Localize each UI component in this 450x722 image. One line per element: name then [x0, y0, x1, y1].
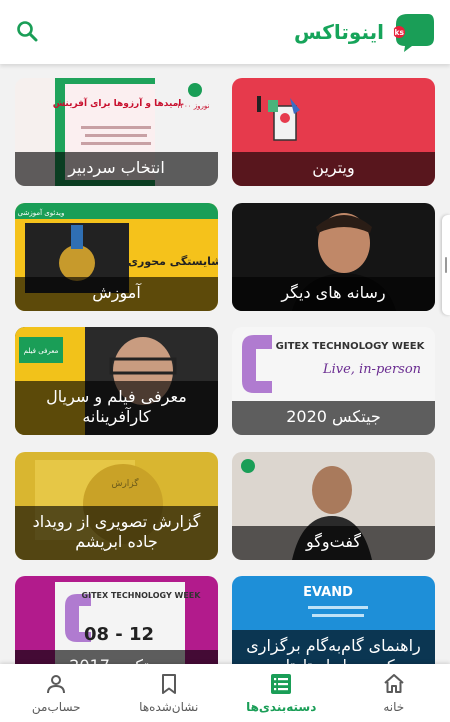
app-header: INNOtalks اینوتاکس — [0, 0, 450, 64]
category-card-gitex-2020[interactable]: GITEX TECHNOLOGY WEEK Live, in-person جی… — [232, 327, 435, 435]
categories-icon — [271, 674, 292, 694]
category-card-education[interactable]: شایستگی محوری ویدئوی آموزشی آموزش — [15, 203, 218, 311]
nav-label-account: حساب‌من — [31, 700, 81, 714]
card-label: انتخاب سردبیر — [15, 152, 218, 186]
search-icon — [17, 21, 38, 42]
svg-text:امیدها و آرزوها برای آفرینش: امیدها و آرزوها برای آفرینش — [53, 97, 182, 109]
svg-text:EVAND: EVAND — [303, 585, 353, 600]
card-label: معرفی فیلم و سریال کارآفرینانه — [15, 381, 218, 435]
category-card-film-series[interactable]: معرفی فیلم معرفی فیلم و سریال کارآفرینان… — [15, 327, 218, 435]
svg-text:نوروز ۱۴۰۰: نوروز ۱۴۰۰ — [177, 102, 210, 110]
svg-text:شایستگی محوری: شایستگی محوری — [128, 255, 218, 268]
brand-name: اینوتاکس — [294, 20, 384, 44]
svg-text:GITEX TECHNOLOGY WEEK: GITEX TECHNOLOGY WEEK — [82, 591, 202, 600]
nav-item-account[interactable]: حساب‌من — [0, 664, 113, 722]
app-screen: INNOtalks اینوتاکس ویترین — [0, 0, 450, 722]
nav-label-home: خانه — [383, 700, 405, 714]
card-label: گزارش تصویری از رویداد جاده ابریشم — [15, 506, 218, 560]
brand[interactable]: INNOtalks اینوتاکس — [294, 10, 436, 54]
bottom-navigation: خانه دسته‌بندی‌ها نشان‌شده‌ها — [0, 664, 450, 722]
svg-text:Live, in-person: Live, in-person — [322, 362, 421, 377]
search-button[interactable] — [14, 18, 42, 46]
nav-label-bookmarks: نشان‌شده‌ها — [139, 700, 199, 714]
category-card-editors-choice[interactable]: امیدها و آرزوها برای آفرینش نوروز ۱۴۰۰ ا… — [15, 78, 218, 186]
card-label: گفت‌وگو — [232, 526, 435, 560]
nav-item-categories[interactable]: دسته‌بندی‌ها — [225, 664, 338, 722]
svg-text:گزارش: گزارش — [111, 477, 139, 489]
category-card-silk-road-report[interactable]: گزارش گزارش تصویری از رویداد جاده ابریشم — [15, 452, 218, 560]
bookmark-icon — [161, 674, 176, 694]
svg-text:INNOtalks: INNOtalks — [390, 28, 405, 37]
nav-label-categories: دسته‌بندی‌ها — [246, 700, 317, 714]
drawer-handle[interactable] — [442, 215, 450, 315]
svg-text:GITEX TECHNOLOGY WEEK: GITEX TECHNOLOGY WEEK — [276, 341, 426, 352]
card-label: آموزش — [15, 277, 218, 311]
innotalks-logo: INNOtalks — [362, 10, 436, 54]
category-card-vitrine[interactable]: ویترین — [232, 78, 435, 186]
svg-text:معرفی فیلم: معرفی فیلم — [24, 347, 59, 355]
home-icon — [384, 674, 404, 693]
nav-item-bookmarks[interactable]: نشان‌شده‌ها — [113, 664, 226, 722]
card-label: جیتکس 2020 — [232, 401, 435, 435]
svg-text:08 - 12: 08 - 12 — [84, 624, 154, 645]
card-label: رسانه های دیگر — [232, 277, 435, 311]
category-card-other-media[interactable]: رسانه های دیگر — [232, 203, 435, 311]
svg-text:ویدئوی آموزشی: ویدئوی آموزشی — [18, 208, 65, 217]
account-icon — [47, 675, 66, 694]
nav-item-home[interactable]: خانه — [338, 664, 450, 722]
card-label: ویترین — [232, 152, 435, 186]
category-card-interview[interactable]: گفت‌وگو — [232, 452, 435, 560]
